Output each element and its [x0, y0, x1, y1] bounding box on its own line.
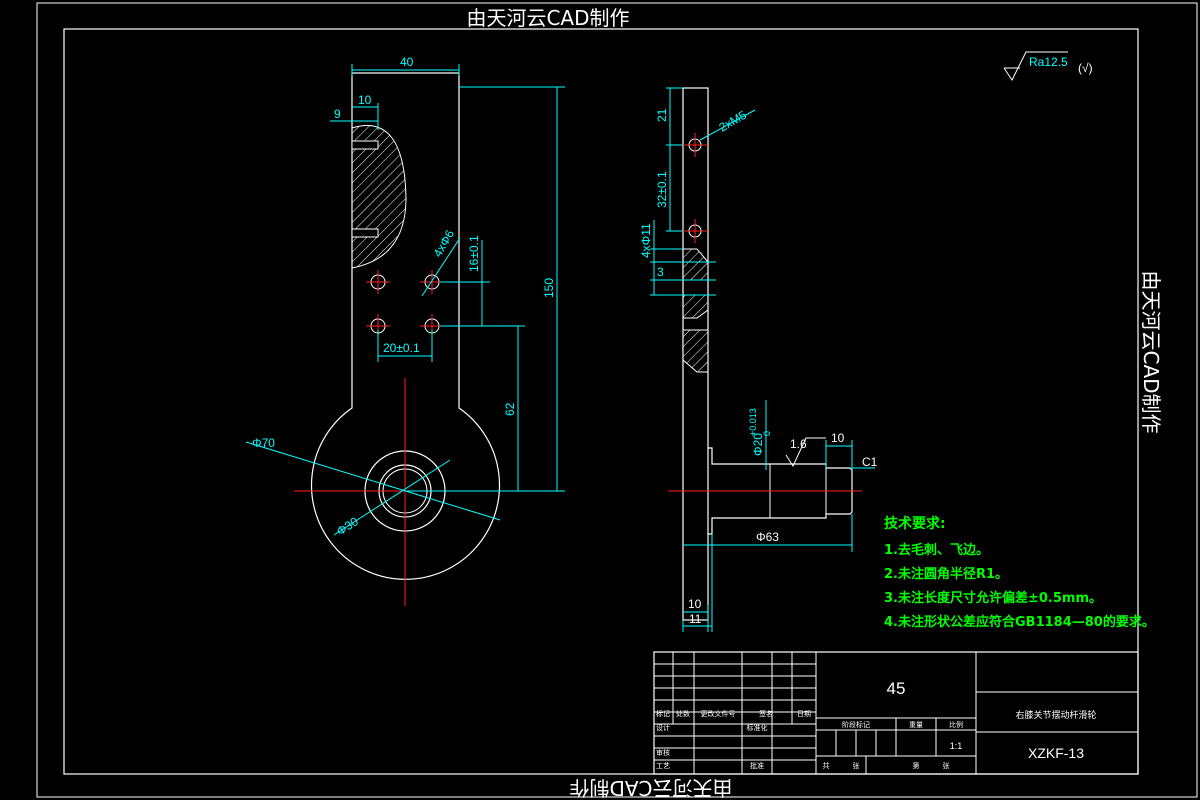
title-drawing-no: XZKF-13: [1028, 745, 1084, 761]
title-scale: 1:1: [950, 741, 963, 751]
dim-width-top: 40: [400, 55, 414, 69]
dim-dia-70: Φ70: [252, 436, 275, 450]
front-view: 40 10 9 150 4xΦ6 16±0.1 20±0.1 62 Φ70 Φ3…: [245, 55, 565, 606]
roughness-symbol: Ra12.5 (√): [1003, 51, 1093, 81]
label-jieduan: 阶段标记: [842, 720, 870, 729]
title-material: 45: [887, 679, 906, 698]
dim-tol-low: 0: [762, 431, 772, 436]
title-part-name: 右膝关节摆动杆滑轮: [1015, 709, 1096, 721]
dim-21: 21: [655, 108, 669, 122]
label-qianming: 签名: [759, 709, 773, 718]
dim-tol-up: +0.013: [748, 408, 758, 436]
watermark-right: 由天河云CAD制作: [1139, 270, 1163, 433]
label-zhang2: 张: [943, 761, 950, 770]
label-fenqu: 更改文件号: [701, 709, 736, 718]
cad-drawing: 由天河云CAD制作 由天河云CAD制作 由天河云CAD制作 Ra12.5 (√): [36, 2, 1198, 800]
dim-10-top: 10: [831, 431, 845, 445]
label-riqi: 日期: [797, 710, 811, 718]
dim-rough-16: 1.6: [790, 437, 807, 451]
dim-dia-63: Φ63: [756, 530, 779, 544]
inner-frame: [63, 28, 1139, 775]
dim-step-9: 9: [334, 107, 341, 121]
label-biaozhunhua: 标准化: [747, 723, 768, 732]
dim-height-150: 150: [542, 278, 556, 298]
label-zhang1: 张: [853, 761, 860, 770]
label-chushu: 处数: [676, 709, 690, 718]
technical-requirements: 技术要求: 1.去毛刺、飞边。 2.未注圆角半径R1。 3.未注长度尺寸允许偏差…: [884, 515, 1155, 630]
outer-frame: [36, 2, 1198, 798]
tech-notes-title: 技术要求:: [884, 515, 946, 532]
title-block: 45 右膝关节摆动杆滑轮 XZKF-13 1:1 标记 处数 更改文件号 签名 …: [653, 651, 1139, 775]
label-zhongliang: 重量: [909, 721, 923, 729]
watermark-top: 由天河云CAD制作: [466, 6, 629, 30]
tech-note-2: 2.未注圆角半径R1。: [884, 566, 1008, 582]
watermark-bottom: 由天河云CAD制作: [569, 776, 732, 800]
dim-holes: 4xΦ6: [430, 227, 457, 259]
label-di: 第: [913, 761, 920, 770]
dim-holes-11: 4xΦ11: [639, 223, 653, 258]
roughness-suffix: (√): [1078, 61, 1093, 75]
dim-11-bottom: 11: [689, 612, 702, 626]
dim-32: 32±0.1: [655, 171, 669, 208]
dim-62: 62: [503, 402, 517, 416]
dim-3: 3: [657, 265, 664, 279]
label-gong: 共: [823, 761, 830, 770]
tech-note-4: 4.未注形状公差应符合GB1184—80的要求。: [884, 614, 1155, 630]
label-biaoji: 标记: [656, 709, 670, 718]
dim-thread: 2xM5: [717, 108, 750, 135]
dim-10-bottom: 10: [688, 597, 702, 611]
tech-note-1: 1.去毛刺、飞边。: [884, 542, 989, 558]
dim-spacing-v: 16±0.1: [467, 235, 481, 272]
label-pizhun: 批准: [750, 761, 764, 770]
roughness-value: Ra12.5: [1029, 55, 1068, 69]
label-bili: 比例: [949, 720, 963, 729]
dim-spacing-h: 20±0.1: [383, 341, 420, 355]
dim-dia-30: Φ30: [334, 514, 361, 538]
label-sheji: 设计: [656, 723, 670, 732]
tech-note-3: 3.未注长度尺寸允许偏差±0.5mm。: [884, 590, 1102, 606]
label-shenhe: 审核: [656, 748, 670, 757]
dim-step-10: 10: [358, 93, 372, 107]
dim-chamfer: C1: [862, 455, 878, 469]
side-view: 21 2xM5 32±0.1 4xΦ11 3 Φ20 +0.013 0 1.6 …: [639, 87, 878, 632]
label-gongyi: 工艺: [656, 762, 670, 770]
